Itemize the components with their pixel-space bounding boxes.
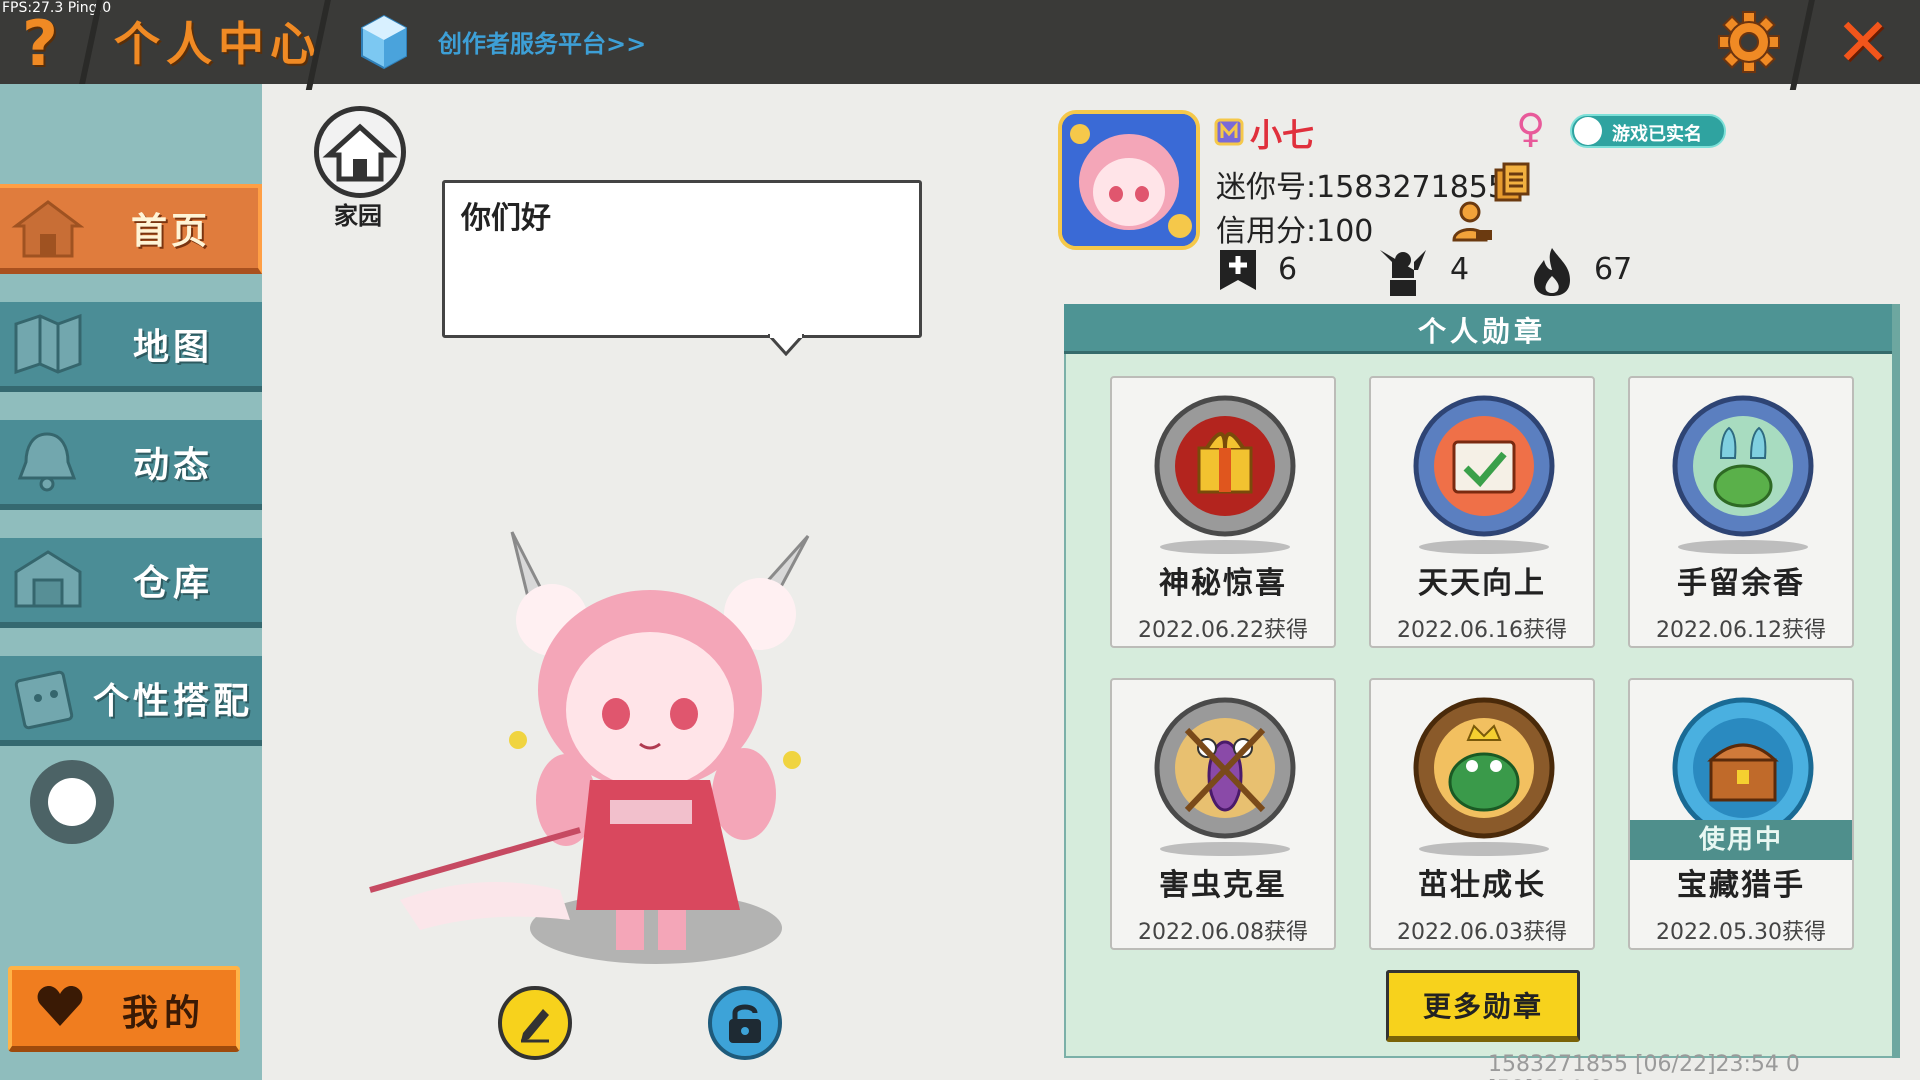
sidebar-item-warehouse[interactable]: 仓库	[0, 538, 262, 628]
mine-button[interactable]: 我的	[8, 966, 240, 1052]
page-title: 个人中心	[114, 17, 322, 71]
profile-avatar-image	[1062, 114, 1196, 246]
profile-avatar[interactable]	[1058, 110, 1200, 250]
gear-icon	[1718, 11, 1780, 73]
question-icon: ?	[22, 6, 58, 80]
stat-value: 4	[1450, 252, 1470, 287]
medal-card[interactable]: 茁壮成长 2022.06.03获得	[1369, 678, 1595, 950]
warehouse-icon	[14, 550, 82, 608]
creator-platform-link[interactable]: 创作者服务平台>>	[438, 24, 646, 59]
settings-button[interactable]	[1712, 6, 1786, 78]
plant-medal-icon	[1672, 395, 1814, 537]
medal-shadow	[1160, 842, 1290, 856]
sidebar-item-label: 地图	[132, 327, 213, 368]
medal-panel-title: 个人勋章	[1417, 315, 1546, 348]
close-button[interactable]: ✕	[1806, 0, 1920, 84]
sidebar-item-map[interactable]: 地图	[0, 302, 262, 392]
trophy-icon	[1380, 250, 1426, 296]
sidebar-item-label: 仓库	[132, 563, 213, 604]
medal-card[interactable]: 手留余香 2022.06.12获得	[1628, 376, 1854, 648]
realname-badge[interactable]: 游戏已实名	[1570, 114, 1726, 148]
more-medals-label: 更多勋章	[1422, 989, 1543, 1023]
wardrobe-icon	[14, 670, 74, 730]
calendar-medal-icon	[1413, 395, 1555, 537]
stat-value: 67	[1594, 252, 1633, 287]
lock-icon	[729, 1004, 761, 1043]
speech-bubble-tail	[768, 334, 804, 356]
person-icon	[1574, 117, 1602, 145]
copy-icon[interactable]	[1494, 162, 1530, 202]
medal-name: 茁壮成长	[1418, 868, 1546, 903]
frog-king-medal-icon	[1413, 697, 1555, 839]
medal-card[interactable]: 使用中 宝藏猎手 2022.05.30获得	[1628, 678, 1854, 950]
more-medals-button[interactable]: 更多勋章	[1386, 970, 1580, 1042]
medal-shadow	[1160, 540, 1290, 554]
medal-shadow	[1678, 540, 1808, 554]
player-avatar[interactable]	[340, 510, 860, 980]
gender-icon: ♀	[1516, 106, 1546, 152]
medal-date: 2022.06.22获得	[1138, 618, 1308, 643]
plus-bookmark-icon	[1220, 250, 1256, 290]
edit-button[interactable]	[498, 986, 572, 1060]
flame-icon	[1534, 248, 1570, 296]
credit-score: 信用分:100	[1216, 214, 1374, 249]
medal-date: 2022.05.30获得	[1656, 920, 1826, 945]
medal-name: 害虫克星	[1159, 868, 1287, 903]
house-icon	[11, 200, 84, 258]
cube-icon	[361, 14, 407, 70]
sidebar-item-label: 首页	[130, 211, 211, 252]
medal-date: 2022.06.12获得	[1656, 618, 1826, 643]
in-use-badge: 使用中	[1630, 820, 1852, 860]
person-icon[interactable]	[1450, 200, 1494, 244]
toggle-button[interactable]	[30, 760, 114, 844]
medal-date: 2022.06.08获得	[1138, 920, 1308, 945]
lock-button[interactable]	[708, 986, 782, 1060]
nickname: 小七	[1250, 116, 1315, 154]
scrollbar[interactable]	[1892, 304, 1900, 1058]
bug-medal-icon	[1154, 697, 1296, 839]
mine-label: 我的	[122, 993, 207, 1034]
bell-icon	[17, 432, 77, 492]
sidebar-item-label: 个性搭配	[92, 681, 253, 722]
gift-medal-icon	[1154, 395, 1296, 537]
home-label: 家园	[334, 202, 382, 230]
heart-icon	[37, 986, 83, 1026]
pencil-icon	[521, 1009, 549, 1043]
sidebar-item-label: 动态	[132, 445, 213, 486]
medal-name: 手留余香	[1677, 566, 1805, 601]
medal-name: 神秘惊喜	[1159, 566, 1287, 601]
medal-date: 2022.06.03获得	[1397, 920, 1567, 945]
sidebar-item-outfit[interactable]: 个性搭配	[0, 656, 262, 746]
medal-shadow	[1419, 540, 1549, 554]
house-icon	[322, 123, 398, 182]
toggle-knob	[48, 778, 96, 826]
realname-text: 游戏已实名	[1612, 124, 1702, 145]
medal-card[interactable]: 害虫克星 2022.06.08获得	[1110, 678, 1336, 950]
speech-bubble[interactable]: 你们好	[442, 180, 922, 338]
home-button[interactable]	[314, 106, 406, 198]
stat-value: 6	[1278, 252, 1298, 287]
medal-name: 天天向上	[1418, 566, 1546, 601]
sidebar-item-feed[interactable]: 动态	[0, 420, 262, 510]
vip-badge-icon	[1214, 118, 1244, 146]
medal-card[interactable]: 神秘惊喜 2022.06.22获得	[1110, 376, 1336, 648]
help-button[interactable]: ?	[0, 6, 80, 80]
build-info: 1583271855 [06/22]23:54 0 [58]1.14.0	[1488, 1052, 1800, 1080]
speech-text: 你们好	[461, 201, 551, 236]
medal-card[interactable]: 天天向上 2022.06.16获得	[1369, 376, 1595, 648]
sidebar-item-home[interactable]: 首页	[0, 184, 262, 274]
close-icon: ✕	[1835, 3, 1891, 81]
medal-shadow	[1419, 842, 1549, 856]
medal-date: 2022.06.16获得	[1397, 618, 1567, 643]
map-icon	[14, 313, 82, 375]
medal-name: 宝藏猎手	[1677, 868, 1805, 903]
